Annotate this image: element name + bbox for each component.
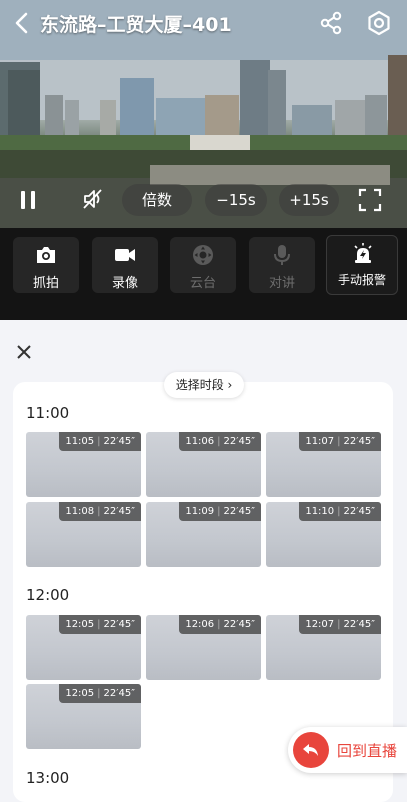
clip-duration: 22′45″ — [343, 506, 375, 517]
recording-thumbnail[interactable]: 11:09 | 22′45″ — [146, 502, 261, 567]
clip-duration: 22′45″ — [103, 506, 135, 517]
back-to-live-button[interactable]: 回到直播 — [288, 727, 407, 773]
back-to-live-label: 回到直播 — [337, 742, 398, 760]
pause-icon[interactable] — [16, 188, 40, 212]
video-top-bar: 东流路–工贸大厦–401 — [0, 0, 407, 46]
playback-speed-button[interactable]: 倍数 — [122, 184, 192, 216]
clip-tag: 12:05 | 22′45″ — [59, 684, 141, 703]
ptz-button[interactable]: 云台 — [170, 237, 236, 293]
recording-thumbnail[interactable]: 11:10 | 22′45″ — [266, 502, 381, 567]
alarm-icon — [354, 243, 372, 263]
clip-duration: 22′45″ — [343, 619, 375, 630]
clip-tag: 12:07 | 22′45″ — [299, 615, 381, 634]
ptz-icon — [193, 245, 213, 265]
manual-alarm-button[interactable]: 手动报警 — [326, 235, 398, 295]
clip-tag: 11:05 | 22′45″ — [59, 432, 141, 451]
fullscreen-icon[interactable] — [357, 187, 383, 213]
mute-icon[interactable] — [80, 186, 106, 212]
clip-time: 12:05 — [65, 619, 95, 630]
snapshot-label: 抓拍 — [32, 276, 59, 291]
record-label: 录像 — [111, 276, 138, 291]
video-player[interactable]: 东流路–工贸大厦–401 倍数 −15s +15s — [0, 0, 407, 228]
playback-controls: 倍数 −15s +15s — [0, 182, 407, 218]
settings-icon[interactable] — [365, 9, 393, 37]
clip-duration: 22′45″ — [103, 436, 135, 447]
clip-time: 11:06 — [185, 436, 215, 447]
clip-duration: 22′45″ — [223, 619, 255, 630]
manual-alarm-label: 手动报警 — [337, 273, 386, 287]
clip-tag: 11:06 | 22′45″ — [179, 432, 261, 451]
share-icon[interactable] — [318, 10, 344, 36]
clip-time: 12:06 — [185, 619, 215, 630]
clip-time: 11:09 — [185, 506, 215, 517]
rewind-15s-button[interactable]: −15s — [205, 184, 267, 216]
clip-duration: 22′45″ — [343, 436, 375, 447]
hour-heading-12: 12:00 — [26, 586, 70, 604]
clip-tag: 11:07 | 22′45″ — [299, 432, 381, 451]
clip-time: 11:10 — [305, 506, 335, 517]
recording-thumbnail[interactable]: 11:07 | 22′45″ — [266, 432, 381, 497]
control-toolbar: 抓拍 录像 云台 对讲 手动报警 — [0, 228, 407, 320]
clip-tag: 11:09 | 22′45″ — [179, 502, 261, 521]
microphone-icon — [274, 245, 290, 265]
clip-time: 11:07 — [305, 436, 335, 447]
clip-duration: 22′45″ — [223, 506, 255, 517]
hour-heading-13: 13:00 — [26, 769, 70, 787]
clip-duration: 22′45″ — [103, 688, 135, 699]
video-camera-icon — [115, 249, 135, 261]
clip-time: 11:05 — [65, 436, 95, 447]
clip-tag: 11:08 | 22′45″ — [59, 502, 141, 521]
clip-time: 11:08 — [65, 506, 95, 517]
close-icon[interactable] — [14, 342, 34, 362]
record-button[interactable]: 录像 — [92, 237, 158, 293]
page-title: 东流路–工贸大厦–401 — [40, 14, 232, 36]
clip-duration: 22′45″ — [223, 436, 255, 447]
intercom-label: 对讲 — [268, 276, 295, 291]
clip-tag: 12:06 | 22′45″ — [179, 615, 261, 634]
select-period-button[interactable]: 选择时段 › — [164, 372, 244, 398]
return-icon-badge — [293, 732, 329, 768]
clip-tag: 12:05 | 22′45″ — [59, 615, 141, 634]
clip-duration: 22′45″ — [103, 619, 135, 630]
playback-panel: 选择时段 › 11:00 11:05 | 22′45″ 11:06 | 22′45″ 1… — [0, 320, 407, 802]
recording-thumbnail[interactable]: 12:05 | 22′45″ — [26, 684, 141, 749]
recording-thumbnail[interactable]: 11:06 | 22′45″ — [146, 432, 261, 497]
return-arrow-icon — [303, 744, 318, 756]
camera-icon — [37, 247, 55, 263]
back-arrow-icon[interactable] — [12, 10, 34, 36]
recording-thumbnail[interactable]: 12:07 | 22′45″ — [266, 615, 381, 680]
hour-heading-11: 11:00 — [26, 404, 70, 422]
clip-tag: 11:10 | 22′45″ — [299, 502, 381, 521]
forward-15s-button[interactable]: +15s — [279, 184, 339, 216]
ptz-label: 云台 — [189, 276, 216, 291]
intercom-button[interactable]: 对讲 — [249, 237, 315, 293]
recording-thumbnail[interactable]: 12:06 | 22′45″ — [146, 615, 261, 680]
recording-thumbnail[interactable]: 11:05 | 22′45″ — [26, 432, 141, 497]
snapshot-button[interactable]: 抓拍 — [13, 237, 79, 293]
clip-time: 12:07 — [305, 619, 335, 630]
recording-thumbnail[interactable]: 12:05 | 22′45″ — [26, 615, 141, 680]
clip-time: 12:05 — [65, 688, 95, 699]
recording-thumbnail[interactable]: 11:08 | 22′45″ — [26, 502, 141, 567]
